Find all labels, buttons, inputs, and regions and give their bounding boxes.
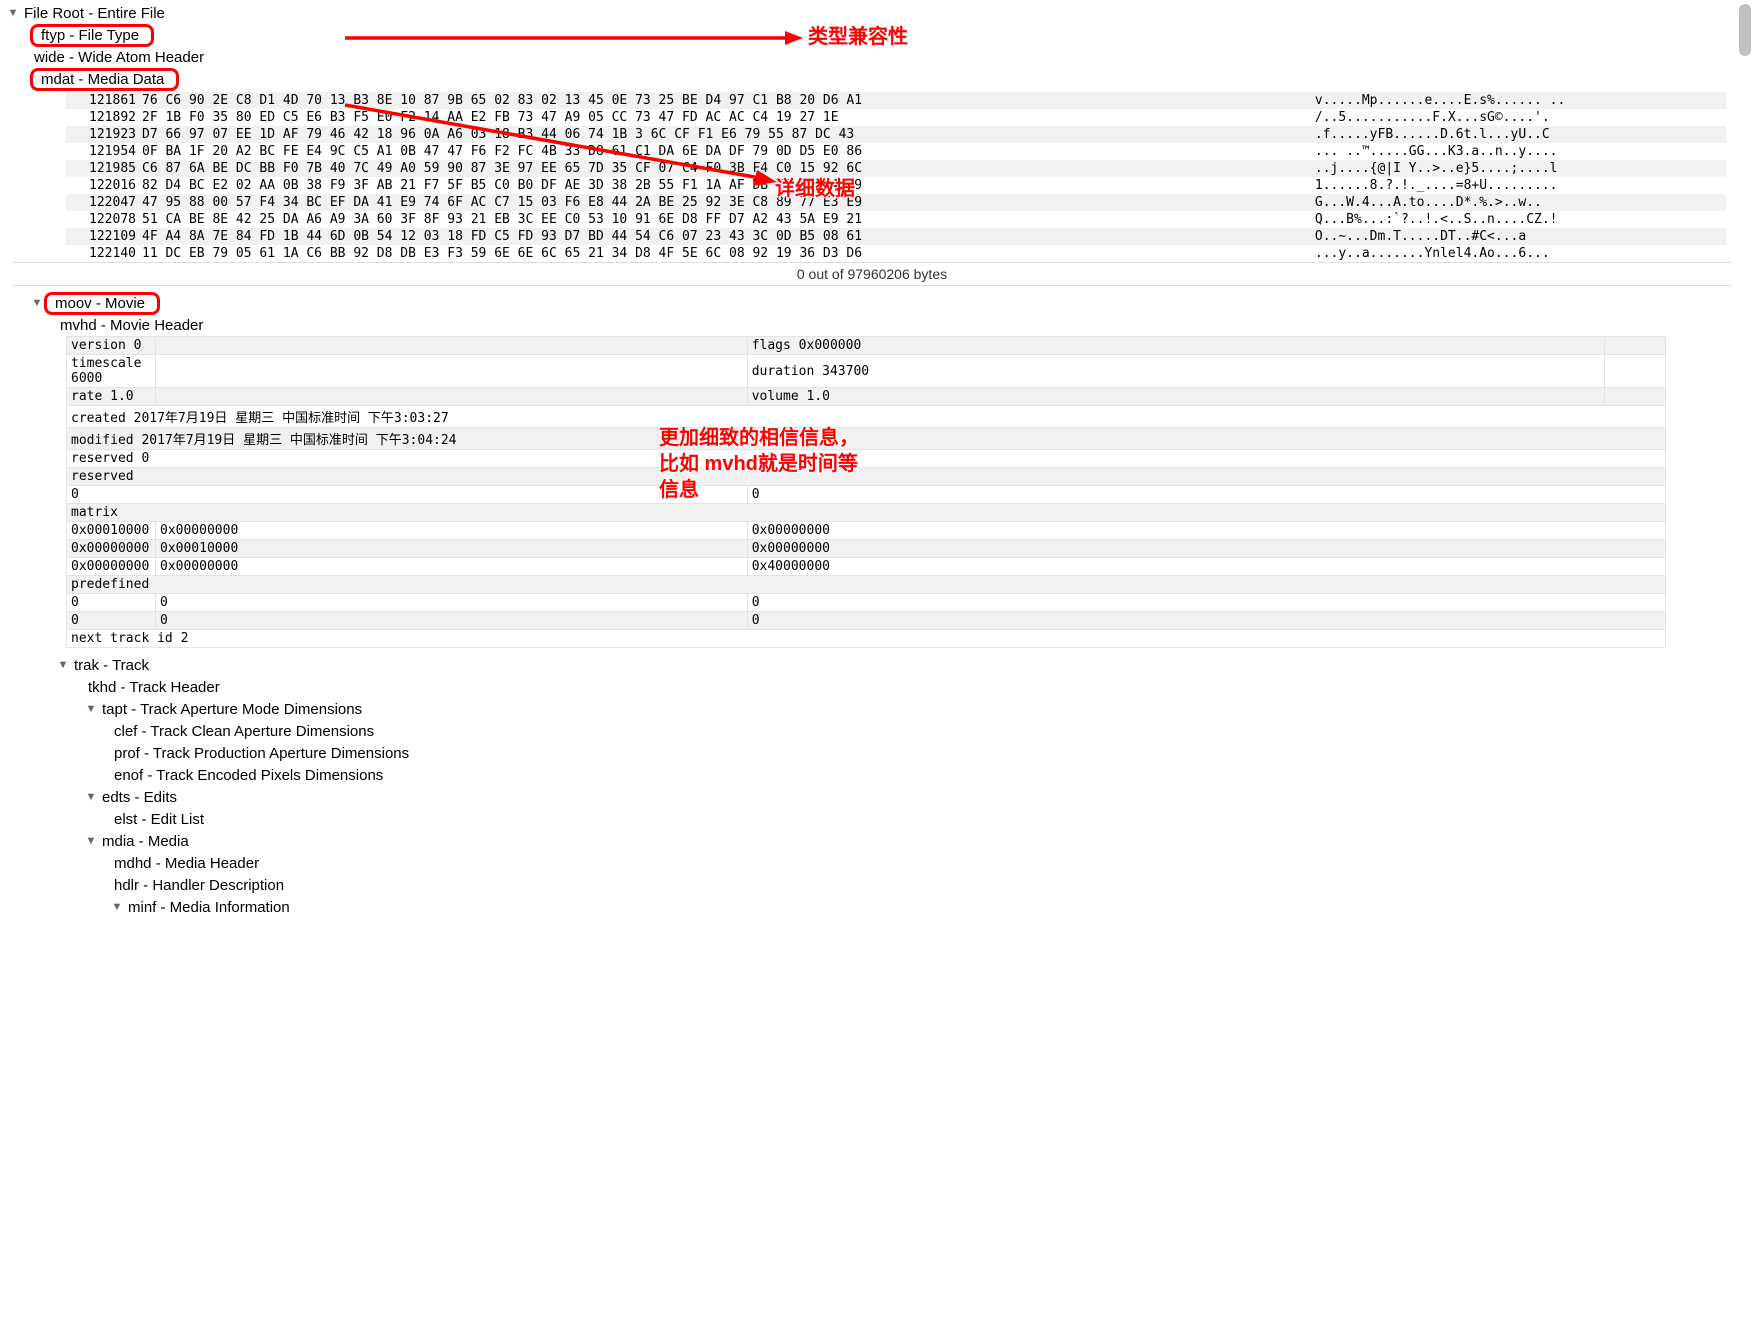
ftyp-row[interactable]: ftyp - File Type [6,24,1754,46]
hex-row[interactable]: 1221094F A4 8A 7E 84 FD 1B 44 6D 0B 54 1… [66,228,1726,245]
chevron-down-icon[interactable]: ▼ [84,703,98,715]
vertical-scrollbar[interactable] [1738,2,1752,722]
hex-row[interactable]: 121923D7 66 97 07 EE 1D AF 79 46 42 18 9… [66,126,1726,143]
mvhd-row[interactable]: mvhd - Movie Header [6,314,1754,336]
tapt-row[interactable]: ▼ tapt - Track Aperture Mode Dimensions [6,698,1754,720]
file-root-row[interactable]: ▼ File Root - Entire File [6,2,1754,24]
app-root: { "tree": { "file_root": "File Root - En… [0,0,1754,1340]
hex-row[interactable]: 12201682 D4 BC E2 02 AA 0B 38 F9 3F AB 2… [66,177,1726,194]
hdlr-row[interactable]: hdlr - Handler Description [6,874,1754,896]
hex-status-bar: 0 out of 97960206 bytes [12,262,1732,286]
chevron-down-icon[interactable]: ▼ [30,297,44,309]
chevron-down-icon[interactable]: ▼ [6,7,20,19]
enof-row[interactable]: enof - Track Encoded Pixels Dimensions [6,764,1754,786]
mvhd-properties-grid: version 0flags 0x000000 timescale 6000du… [66,336,1666,648]
elst-row[interactable]: elst - Edit List [6,808,1754,830]
chevron-down-icon[interactable]: ▼ [56,659,70,671]
mdia-row[interactable]: ▼ mdia - Media [6,830,1754,852]
hex-row[interactable]: 1218922F 1B F0 35 80 ED C5 E6 B3 F5 E0 F… [66,109,1726,126]
chevron-down-icon[interactable]: ▼ [84,791,98,803]
moov-row[interactable]: ▼ moov - Movie [6,292,1754,314]
atom-tree: ▼ File Root - Entire File ftyp - File Ty… [0,0,1754,918]
minf-row[interactable]: ▼ minf - Media Information [6,896,1754,918]
mdat-highlight: mdat - Media Data [30,68,179,91]
hex-row[interactable]: 12207851 CA BE 8E 42 25 DA A6 A9 3A 60 3… [66,211,1726,228]
hex-row[interactable]: 121985C6 87 6A BE DC BB F0 7B 40 7C 49 A… [66,160,1726,177]
hex-row[interactable]: 1219540F BA 1F 20 A2 BC FE E4 9C C5 A1 0… [66,143,1726,160]
mdhd-row[interactable]: mdhd - Media Header [6,852,1754,874]
hex-row[interactable]: 12186176 C6 90 2E C8 D1 4D 70 13 B3 8E 1… [66,92,1726,109]
wide-row[interactable]: wide - Wide Atom Header [6,46,1754,68]
tkhd-row[interactable]: tkhd - Track Header [6,676,1754,698]
scrollbar-thumb[interactable] [1739,4,1751,56]
file-root-label: File Root - Entire File [20,5,169,22]
moov-highlight: moov - Movie [44,292,160,315]
chevron-down-icon[interactable]: ▼ [84,835,98,847]
clef-row[interactable]: clef - Track Clean Aperture Dimensions [6,720,1754,742]
ftyp-highlight: ftyp - File Type [30,24,154,47]
trak-row[interactable]: ▼ trak - Track [6,654,1754,676]
chevron-down-icon[interactable]: ▼ [110,901,124,913]
edts-row[interactable]: ▼ edts - Edits [6,786,1754,808]
hex-dump-table: 12186176 C6 90 2E C8 D1 4D 70 13 B3 8E 1… [66,92,1726,262]
mdat-row[interactable]: mdat - Media Data [6,68,1754,90]
prof-row[interactable]: prof - Track Production Aperture Dimensi… [6,742,1754,764]
hex-row[interactable]: 12204747 95 88 00 57 F4 34 BC EF DA 41 E… [66,194,1726,211]
hex-row[interactable]: 12214011 DC EB 79 05 61 1A C6 BB 92 D8 D… [66,245,1726,262]
